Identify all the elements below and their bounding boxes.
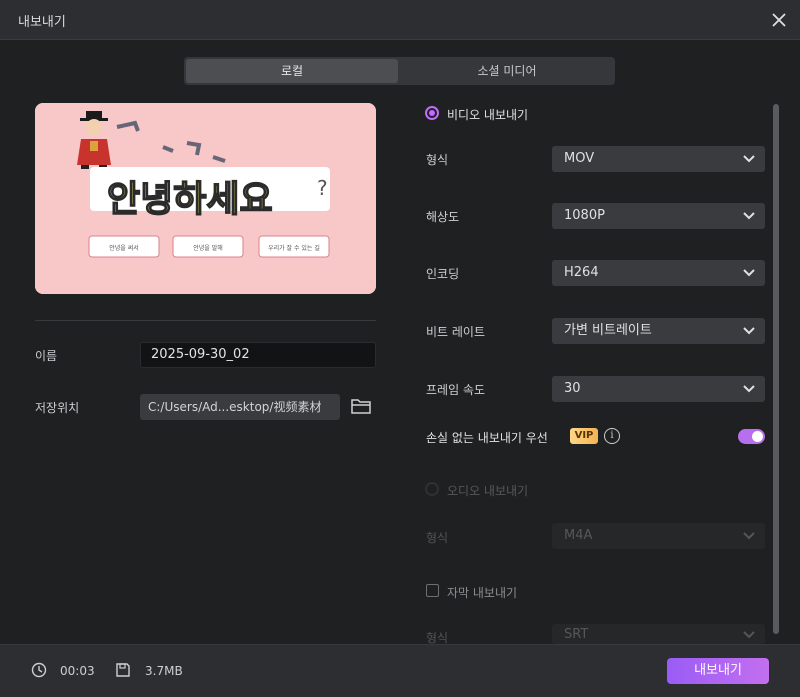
info-icon[interactable]: i	[604, 428, 620, 444]
tab-local[interactable]: 로컬	[186, 59, 398, 83]
subtitle-format-value: SRT	[564, 627, 589, 642]
export-button[interactable]: 내보내기	[667, 658, 769, 684]
preview-mini-button-1: 안녕을 써서	[109, 244, 139, 252]
framerate-label: 프레임 속도	[426, 383, 486, 397]
subtitle-format-select[interactable]: SRT	[552, 624, 765, 644]
vip-badge: VIP	[570, 428, 598, 444]
export-tabs: 로컬 소셜 미디어	[184, 57, 615, 85]
chevron-down-icon	[743, 631, 755, 639]
lossless-label: 손실 없는 내보내기 우선	[426, 431, 548, 445]
format-select[interactable]: MOV	[552, 146, 765, 172]
save-location-field[interactable]: C:/Users/Ad...esktop/视频素材	[140, 394, 340, 420]
lossless-toggle[interactable]	[738, 429, 765, 444]
resolution-value: 1080P	[564, 208, 605, 223]
bitrate-select[interactable]: 가변 비트레이트	[552, 318, 765, 344]
audio-format-select[interactable]: M4A	[552, 523, 765, 549]
preview-mini-button-2: 안녕을 말해	[193, 244, 223, 252]
scrollbar[interactable]	[773, 104, 779, 634]
video-preview: ? 안녕하세요 안녕을 써서 안녕을 말해 우리가 잘 수 있는 길	[35, 103, 376, 294]
audio-format-value: M4A	[564, 528, 593, 543]
bitrate-label: 비트 레이트	[426, 325, 486, 339]
close-icon[interactable]	[768, 9, 790, 31]
preview-headline: 안녕하세요	[107, 179, 273, 220]
video-export-label: 비디오 내보내기	[447, 108, 529, 122]
framerate-value: 30	[564, 381, 581, 396]
chevron-down-icon	[743, 269, 755, 277]
encoding-label: 인코딩	[426, 267, 460, 281]
framerate-select[interactable]: 30	[552, 376, 765, 402]
duration-text: 00:03	[60, 664, 95, 678]
format-value: MOV	[564, 151, 595, 166]
name-input[interactable]: 2025-09-30_02	[140, 342, 376, 368]
chevron-down-icon	[743, 212, 755, 220]
location-label: 저장위치	[35, 401, 80, 415]
chevron-down-icon	[743, 532, 755, 540]
encoding-select[interactable]: H264	[552, 260, 765, 286]
subtitle-export-checkbox[interactable]	[426, 584, 439, 597]
resolution-select[interactable]: 1080P	[552, 203, 765, 229]
video-export-radio[interactable]	[425, 106, 439, 120]
clock-icon	[31, 662, 47, 678]
disk-icon	[116, 663, 130, 677]
file-size-text: 3.7MB	[145, 664, 183, 678]
audio-format-label: 형식	[426, 531, 449, 545]
chevron-down-icon	[743, 385, 755, 393]
format-label: 형식	[426, 153, 449, 167]
preview-graphic: ? 안녕하세요 안녕을 써서 안녕을 말해 우리가 잘 수 있는 길	[35, 103, 376, 294]
title-bar: 내보내기	[0, 0, 800, 40]
resolution-label: 해상도	[426, 210, 460, 224]
divider	[35, 320, 376, 321]
character-figure	[77, 111, 111, 169]
bitrate-value: 가변 비트레이트	[564, 323, 652, 338]
preview-mini-button-3: 우리가 잘 수 있는 길	[268, 244, 320, 252]
chevron-down-icon	[743, 327, 755, 335]
name-label: 이름	[35, 349, 58, 363]
chevron-down-icon	[743, 155, 755, 163]
window-title: 내보내기	[18, 15, 66, 30]
folder-icon[interactable]	[350, 396, 372, 416]
tab-social-media[interactable]: 소셜 미디어	[401, 59, 613, 83]
encoding-value: H264	[564, 265, 599, 280]
audio-export-label: 오디오 내보내기	[447, 484, 529, 498]
svg-text:?: ?	[317, 176, 328, 200]
subtitle-export-label: 자막 내보내기	[447, 586, 518, 600]
audio-export-radio[interactable]	[425, 482, 439, 496]
